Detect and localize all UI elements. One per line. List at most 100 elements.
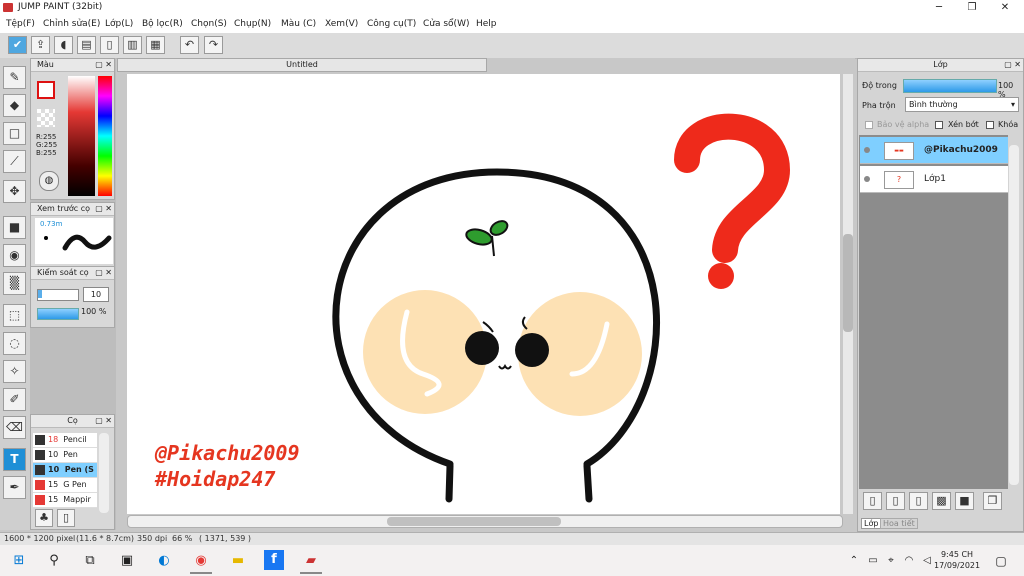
menu-edit[interactable]: Chỉnh sửa(E) [43,19,100,29]
select-rect-icon[interactable]: ⬚ [3,304,26,327]
brush-size-readout: 0.73m [40,220,63,228]
palette-icon[interactable]: ◍ [39,171,59,191]
speech-bubble-icon[interactable]: ◖ [54,36,73,54]
size-slider[interactable] [37,289,79,301]
layer-item[interactable]: ? Lớp1 [860,166,1008,193]
hue-slider[interactable] [98,76,112,196]
new-brush-icon[interactable]: ▯ [57,509,75,527]
menu-window[interactable]: Cửa sổ(W) [423,19,469,29]
document-icon[interactable]: ▯ [100,36,119,54]
grid-icon[interactable]: ▦ [146,36,165,54]
visibility-icon[interactable] [864,176,870,182]
size-value-input[interactable]: 10 [83,287,109,302]
drawing-canvas[interactable]: @Pikachu2009 #Hoidap247 [127,74,840,514]
menu-filter[interactable]: Bộ lọc(R) [142,19,183,29]
new-layer-icon[interactable]: ▯ [863,492,882,510]
chrome-icon[interactable]: ◉ [190,550,212,574]
minimize-button[interactable]: ─ [922,0,956,16]
tab-texture[interactable]: Hoa tiết [880,518,918,529]
close-icon[interactable]: ▢ ✕ [1004,59,1021,71]
select-pen-icon[interactable]: ✐ [3,388,26,411]
protect-alpha-checkbox[interactable] [865,121,873,129]
text-tool-icon[interactable]: T [3,448,26,471]
opacity-slider[interactable] [37,308,79,320]
notification-icon[interactable]: ▢ [990,550,1012,572]
clip-checkbox[interactable] [935,121,943,129]
brush-item-selected[interactable]: 10 Pen (S [33,463,97,478]
layer-name: Lớp1 [924,174,946,184]
document-tab[interactable]: Untitled [117,58,487,72]
gradient-tool-icon[interactable]: ▒ [3,272,26,295]
undo-icon[interactable]: ↶ [180,36,199,54]
fill-rect-tool-icon[interactable]: ■ [3,216,26,239]
facebook-icon[interactable]: f [264,550,284,570]
status-bar: 1600 * 1200 pixel (11.6 * 8.7cm) 350 dpi… [0,532,1024,546]
folder-icon[interactable]: ■ [955,492,974,510]
close-icon[interactable]: ▢ ✕ [95,415,112,427]
windows-start-icon[interactable]: ⊞ [8,550,30,572]
file-explorer-icon[interactable]: ▬ [227,550,249,572]
eraser-tool-icon[interactable]: ◆ [3,94,26,117]
store-icon[interactable]: ▣ [116,550,138,572]
close-icon[interactable]: ▢ ✕ [95,203,112,215]
close-button[interactable]: ✕ [988,0,1022,16]
menu-layer[interactable]: Lớp(L) [105,19,133,29]
foreground-color-swatch[interactable] [37,81,55,99]
color-shade-picker[interactable] [68,76,95,196]
question-mark [674,113,791,263]
magic-wand-icon[interactable]: ✧ [3,360,26,383]
menu-file[interactable]: Tệp(F) [6,19,35,29]
jump-paint-taskbar-icon[interactable]: ▰ [300,550,322,574]
rect-tool-icon[interactable]: □ [3,122,26,145]
merge-layer-icon[interactable]: ▯ [909,492,928,510]
edge-icon[interactable]: ◐ [153,550,175,572]
brush-settings-icon[interactable]: ♣ [35,509,53,527]
visibility-icon[interactable] [864,147,870,153]
lock-checkbox[interactable] [986,121,994,129]
layer-list-scrollbar[interactable] [1009,145,1019,485]
menu-select[interactable]: Chọn(S) [191,19,227,29]
brush-tool-icon[interactable]: ✎ [3,66,26,89]
lasso-icon[interactable]: ◌ [3,332,26,355]
select-eraser-icon[interactable]: ⌫ [3,416,26,439]
layer-item-selected[interactable]: ▬▬ @Pikachu2009 [860,137,1008,164]
close-icon[interactable]: ▢ ✕ [95,59,112,71]
bucket-tool-icon[interactable]: ◉ [3,244,26,267]
duplicate-layer-icon[interactable]: ▯ [886,492,905,510]
menu-capture[interactable]: Chụp(N) [234,19,271,29]
horizontal-scroll-thumb[interactable] [387,517,561,526]
search-icon[interactable]: ⚲ [43,550,65,572]
vertical-scroll-thumb[interactable] [843,234,853,332]
menu-tools[interactable]: Công cụ(T) [367,19,416,29]
clock[interactable]: 9:45 CH 17/09/2021 [934,549,980,571]
close-icon[interactable]: ▢ ✕ [95,267,112,279]
brush-list-scrollbar[interactable] [99,433,109,513]
task-view-icon[interactable]: ⧉ [79,550,101,572]
brush-item[interactable]: 15 Mappir [33,493,97,508]
brush-color-swatch [35,464,45,475]
title-bar: JUMP PAINT (32bit) ─ ❐ ✕ [0,0,1024,16]
tab-layer[interactable]: Lớp [861,518,882,529]
move-tool-icon[interactable]: ✥ [3,180,26,203]
share-icon[interactable]: ⇪ [31,36,50,54]
redo-icon[interactable]: ↷ [204,36,223,54]
brush-item[interactable]: 18 Pencil [33,433,97,448]
layer-opacity-slider[interactable] [903,79,997,93]
menu-help[interactable]: Help [476,19,497,29]
clock-date: 17/09/2021 [934,561,981,570]
texture-layer-icon[interactable]: ▩ [932,492,951,510]
brush-item[interactable]: 10 Pen [33,448,97,463]
cloud-icon[interactable]: ✔ [8,36,27,54]
blend-mode-select[interactable]: Bình thường ▾ [905,97,1019,112]
menu-color[interactable]: Màu (C) [281,19,316,29]
eyedropper-icon[interactable]: ✒ [3,476,26,499]
brush-item[interactable]: 15 G Pen [33,478,97,493]
page-icon[interactable]: ▥ [123,36,142,54]
line-tool-icon[interactable]: ⟋ [3,150,26,173]
transparent-swatch[interactable] [37,109,55,127]
comment-icon[interactable]: ▤ [77,36,96,54]
maximize-button[interactable]: ❐ [955,0,989,16]
layer-options-icon[interactable]: ❐ [983,492,1002,510]
zoom-level: 66 % [172,534,193,543]
menu-view[interactable]: Xem(V) [325,19,358,29]
